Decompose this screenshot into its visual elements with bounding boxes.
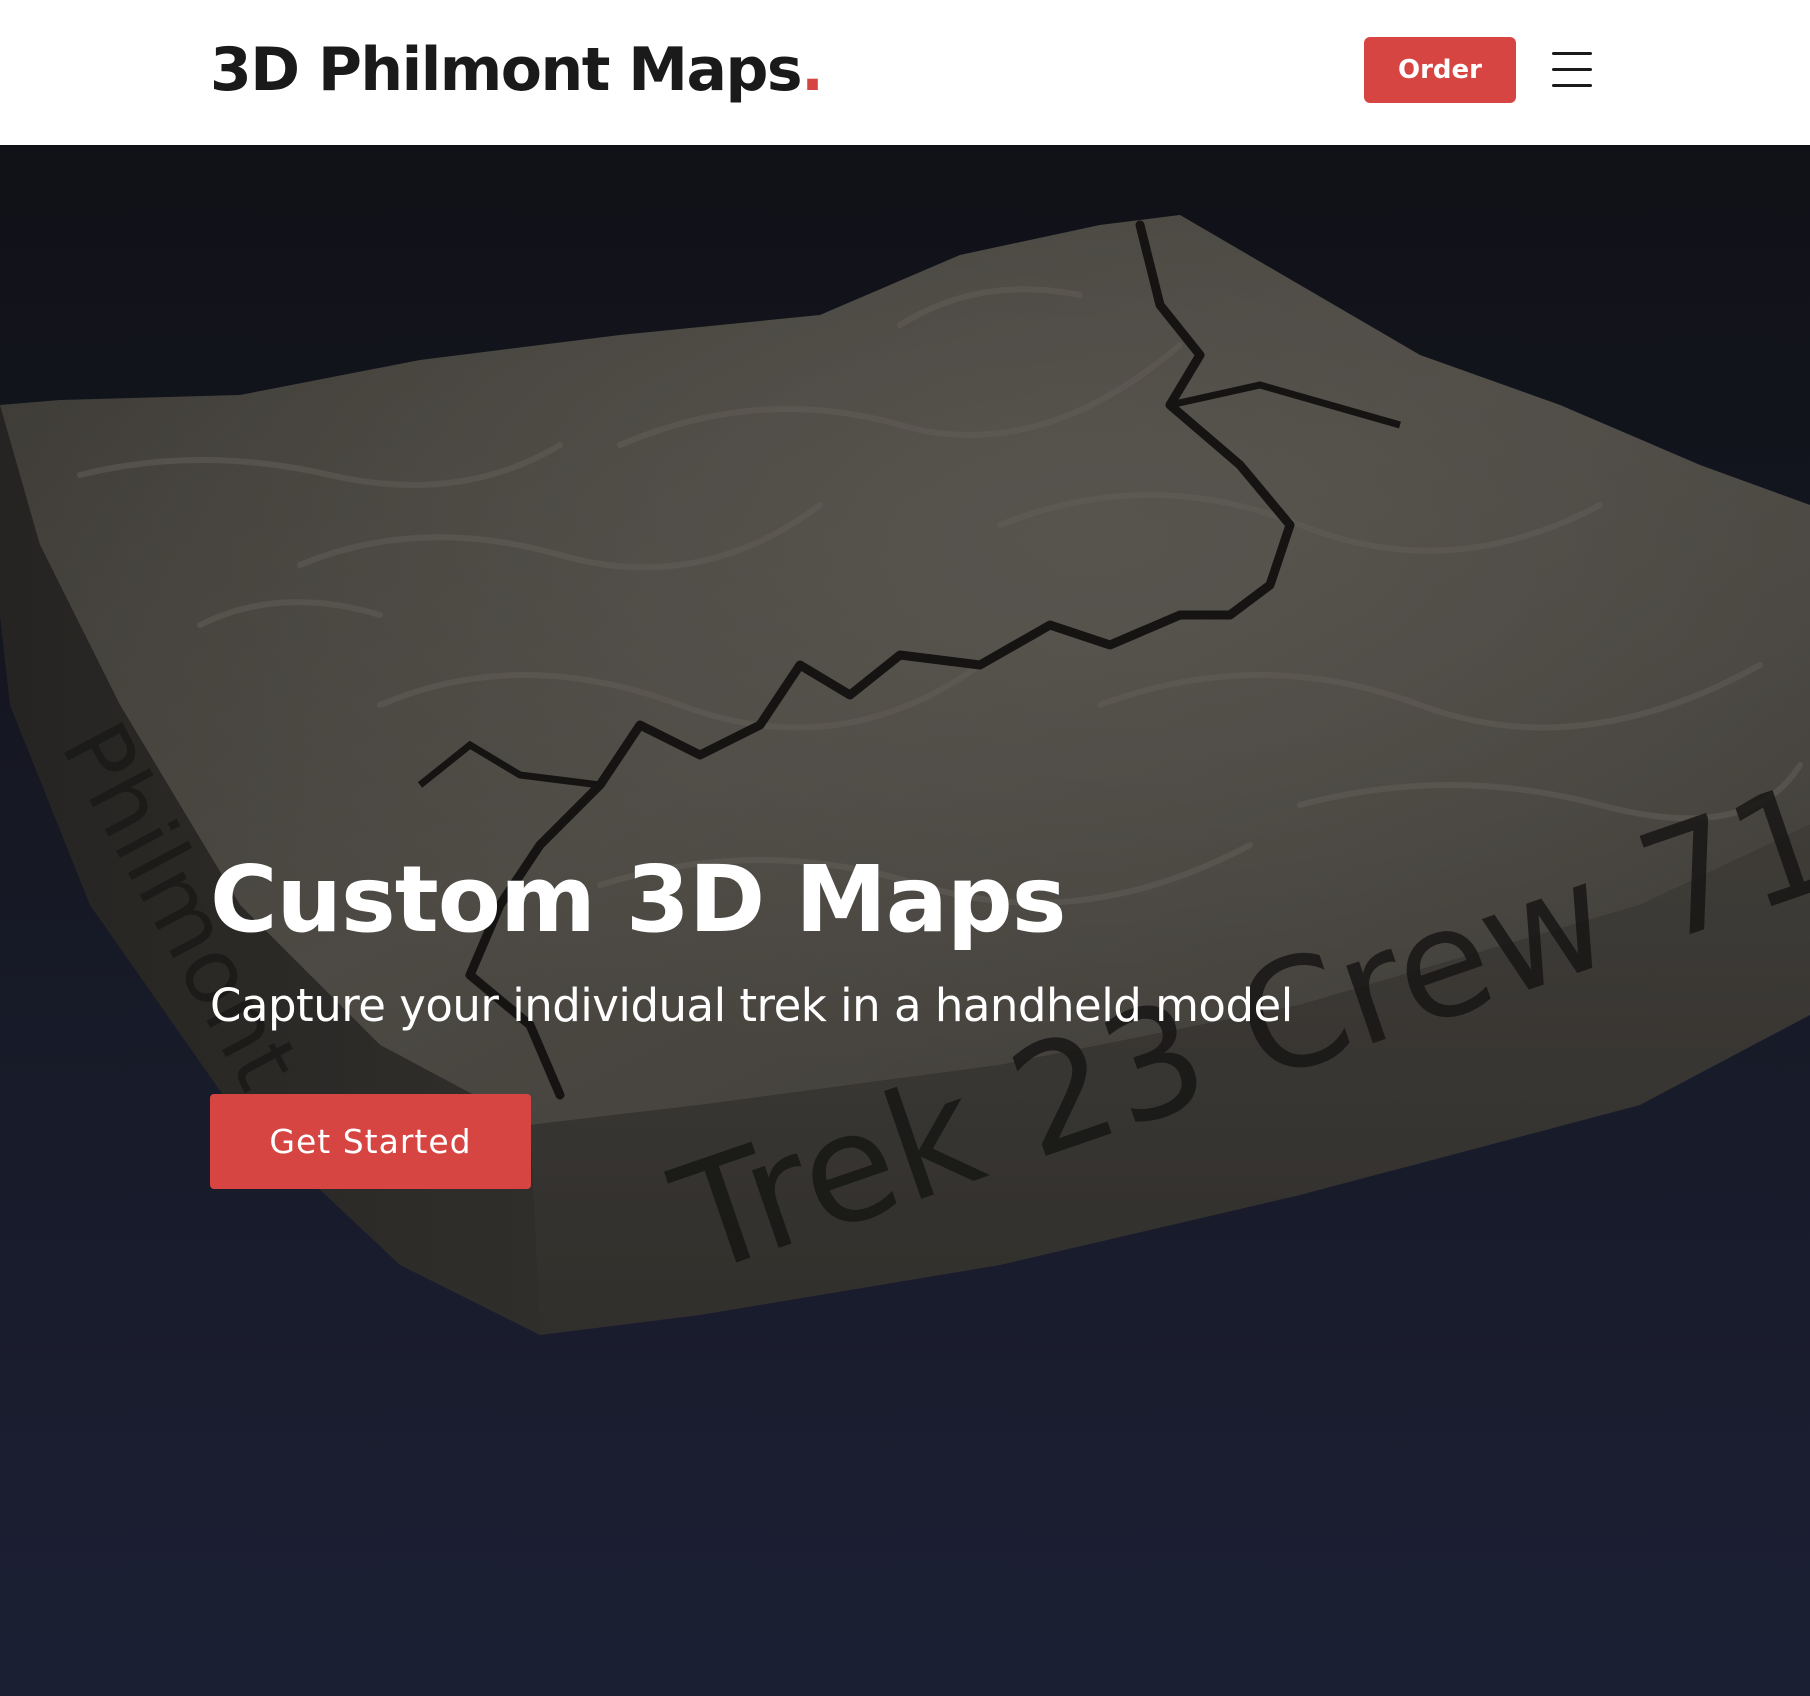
site-header: 3D Philmont Maps. Order bbox=[0, 0, 1810, 145]
brand-name: 3D Philmont Maps bbox=[210, 35, 803, 105]
get-started-button[interactable]: Get Started bbox=[210, 1094, 531, 1189]
hero-section: Trek 23 Crew 711 Philmont Custom 3D Maps… bbox=[0, 145, 1810, 1696]
brand-logo[interactable]: 3D Philmont Maps. bbox=[210, 28, 824, 112]
hamburger-menu-icon[interactable] bbox=[1552, 48, 1596, 92]
order-button[interactable]: Order bbox=[1364, 37, 1516, 103]
hero-title: Custom 3D Maps bbox=[210, 846, 1067, 953]
hero-subtitle: Capture your individual trek in a handhe… bbox=[210, 979, 1293, 1032]
brand-dot: . bbox=[801, 35, 824, 105]
